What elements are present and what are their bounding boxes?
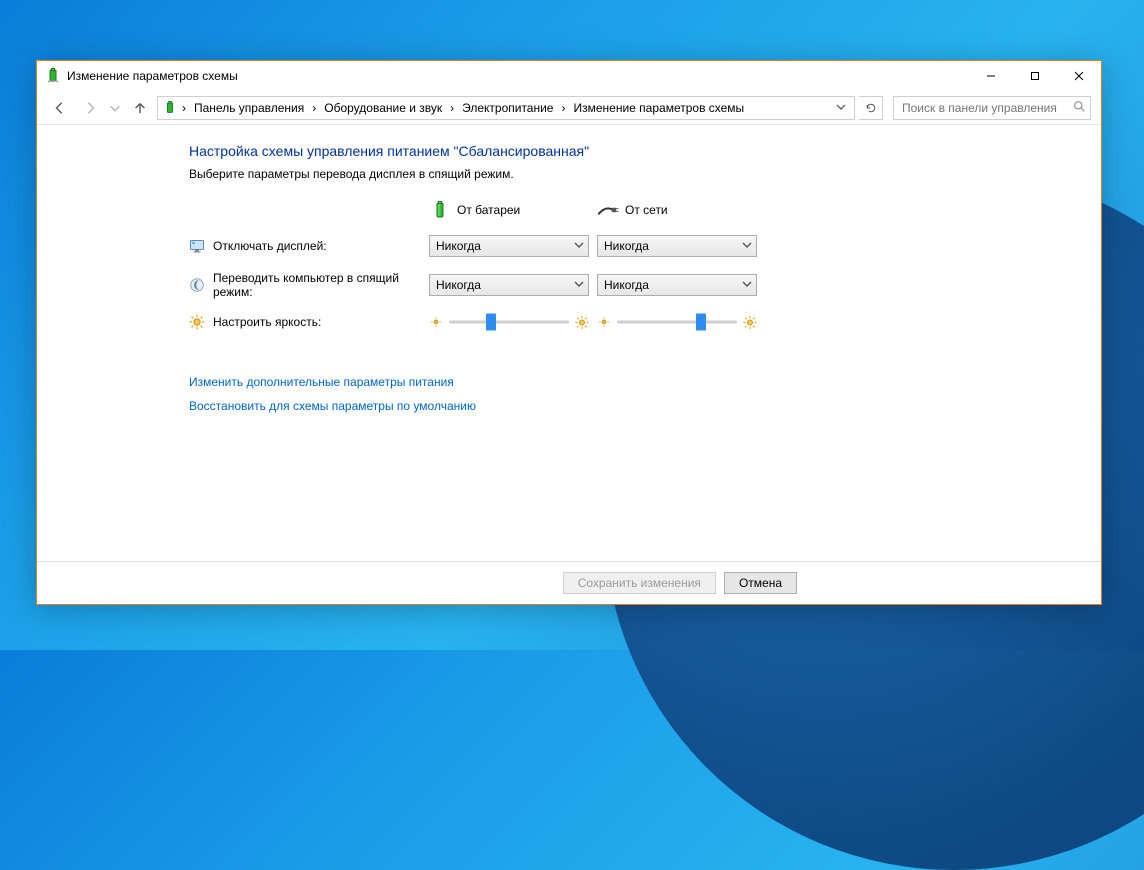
- search-box[interactable]: [893, 96, 1091, 120]
- breadcrumb-item[interactable]: Изменение параметров схемы: [569, 99, 748, 117]
- row-display-off-label: Отключать дисплей:: [189, 238, 421, 254]
- settings-panel: Настройка схемы управления питанием "Сба…: [189, 143, 949, 561]
- page-heading: Настройка схемы управления питанием "Сба…: [189, 143, 949, 159]
- content-area: Настройка схемы управления питанием "Сба…: [37, 125, 1101, 561]
- display-off-battery-select[interactable]: Никогда: [429, 235, 589, 257]
- advanced-settings-link[interactable]: Изменить дополнительные параметры питани…: [189, 375, 949, 389]
- row-sleep-label: Переводить компьютер в спящий режим:: [189, 271, 421, 299]
- moon-icon: [189, 277, 205, 293]
- window-title: Изменение параметров схемы: [67, 69, 238, 83]
- slider-thumb[interactable]: [486, 314, 496, 331]
- column-header-plugged-label: От сети: [625, 203, 668, 217]
- settings-grid: От батареи От сети: [189, 199, 949, 331]
- footer: Сохранить изменения Отмена: [37, 561, 1101, 604]
- sun-dim-icon: [429, 315, 443, 329]
- brightness-plugged-slider[interactable]: [617, 313, 737, 331]
- toolbar: › Панель управления › Оборудование и зву…: [37, 91, 1101, 125]
- chevron-down-icon[interactable]: [830, 101, 852, 115]
- additional-links: Изменить дополнительные параметры питани…: [189, 375, 949, 413]
- battery-icon: [429, 199, 451, 221]
- nav-up-button[interactable]: [127, 96, 153, 120]
- column-header-plugged: От сети: [597, 199, 757, 221]
- sun-bright-icon: [743, 315, 757, 329]
- power-options-icon: [45, 68, 61, 84]
- chevron-down-icon: [574, 239, 584, 253]
- breadcrumb-item[interactable]: Электропитание: [458, 99, 557, 117]
- sun-icon: [189, 314, 205, 330]
- chevron-down-icon: [742, 278, 752, 292]
- control-panel-window: Изменение параметров схемы: [36, 60, 1102, 605]
- recent-locations-button[interactable]: [107, 96, 123, 120]
- chevron-down-icon: [574, 278, 584, 292]
- breadcrumb-item[interactable]: Оборудование и звук: [320, 99, 446, 117]
- address-bar[interactable]: › Панель управления › Оборудование и зву…: [157, 96, 855, 120]
- restore-defaults-link[interactable]: Восстановить для схемы параметры по умол…: [189, 399, 949, 413]
- brightness-battery-slider-cell: [429, 313, 589, 331]
- row-brightness-label: Настроить яркость:: [189, 314, 421, 330]
- chevron-right-icon[interactable]: ›: [450, 101, 454, 115]
- nav-forward-button[interactable]: [77, 96, 103, 120]
- close-button[interactable]: [1057, 61, 1101, 91]
- plug-icon: [597, 199, 619, 221]
- column-header-battery-label: От батареи: [457, 203, 520, 217]
- sleep-battery-select[interactable]: Никогда: [429, 274, 589, 296]
- chevron-right-icon[interactable]: ›: [312, 101, 316, 115]
- power-options-icon: [162, 100, 178, 116]
- save-button: Сохранить изменения: [563, 572, 716, 594]
- slider-thumb[interactable]: [696, 314, 706, 331]
- chevron-down-icon: [742, 239, 752, 253]
- column-header-battery: От батареи: [429, 199, 589, 221]
- chevron-right-icon[interactable]: ›: [182, 101, 186, 115]
- maximize-button[interactable]: [1013, 61, 1057, 91]
- titlebar: Изменение параметров схемы: [37, 61, 1101, 91]
- cancel-button[interactable]: Отмена: [724, 572, 797, 594]
- display-off-plugged-select[interactable]: Никогда: [597, 235, 757, 257]
- search-icon[interactable]: [1073, 100, 1086, 116]
- search-input[interactable]: [900, 100, 1073, 116]
- brightness-plugged-slider-cell: [597, 313, 757, 331]
- sun-bright-icon: [575, 315, 589, 329]
- nav-back-button[interactable]: [47, 96, 73, 120]
- monitor-icon: [189, 238, 205, 254]
- minimize-button[interactable]: [969, 61, 1013, 91]
- chevron-right-icon[interactable]: ›: [561, 101, 565, 115]
- brightness-battery-slider[interactable]: [449, 313, 569, 331]
- sleep-plugged-select[interactable]: Никогда: [597, 274, 757, 296]
- page-subheading: Выберите параметры перевода дисплея в сп…: [189, 167, 949, 181]
- sun-dim-icon: [597, 315, 611, 329]
- breadcrumb-item[interactable]: Панель управления: [190, 99, 308, 117]
- refresh-button[interactable]: [859, 96, 883, 120]
